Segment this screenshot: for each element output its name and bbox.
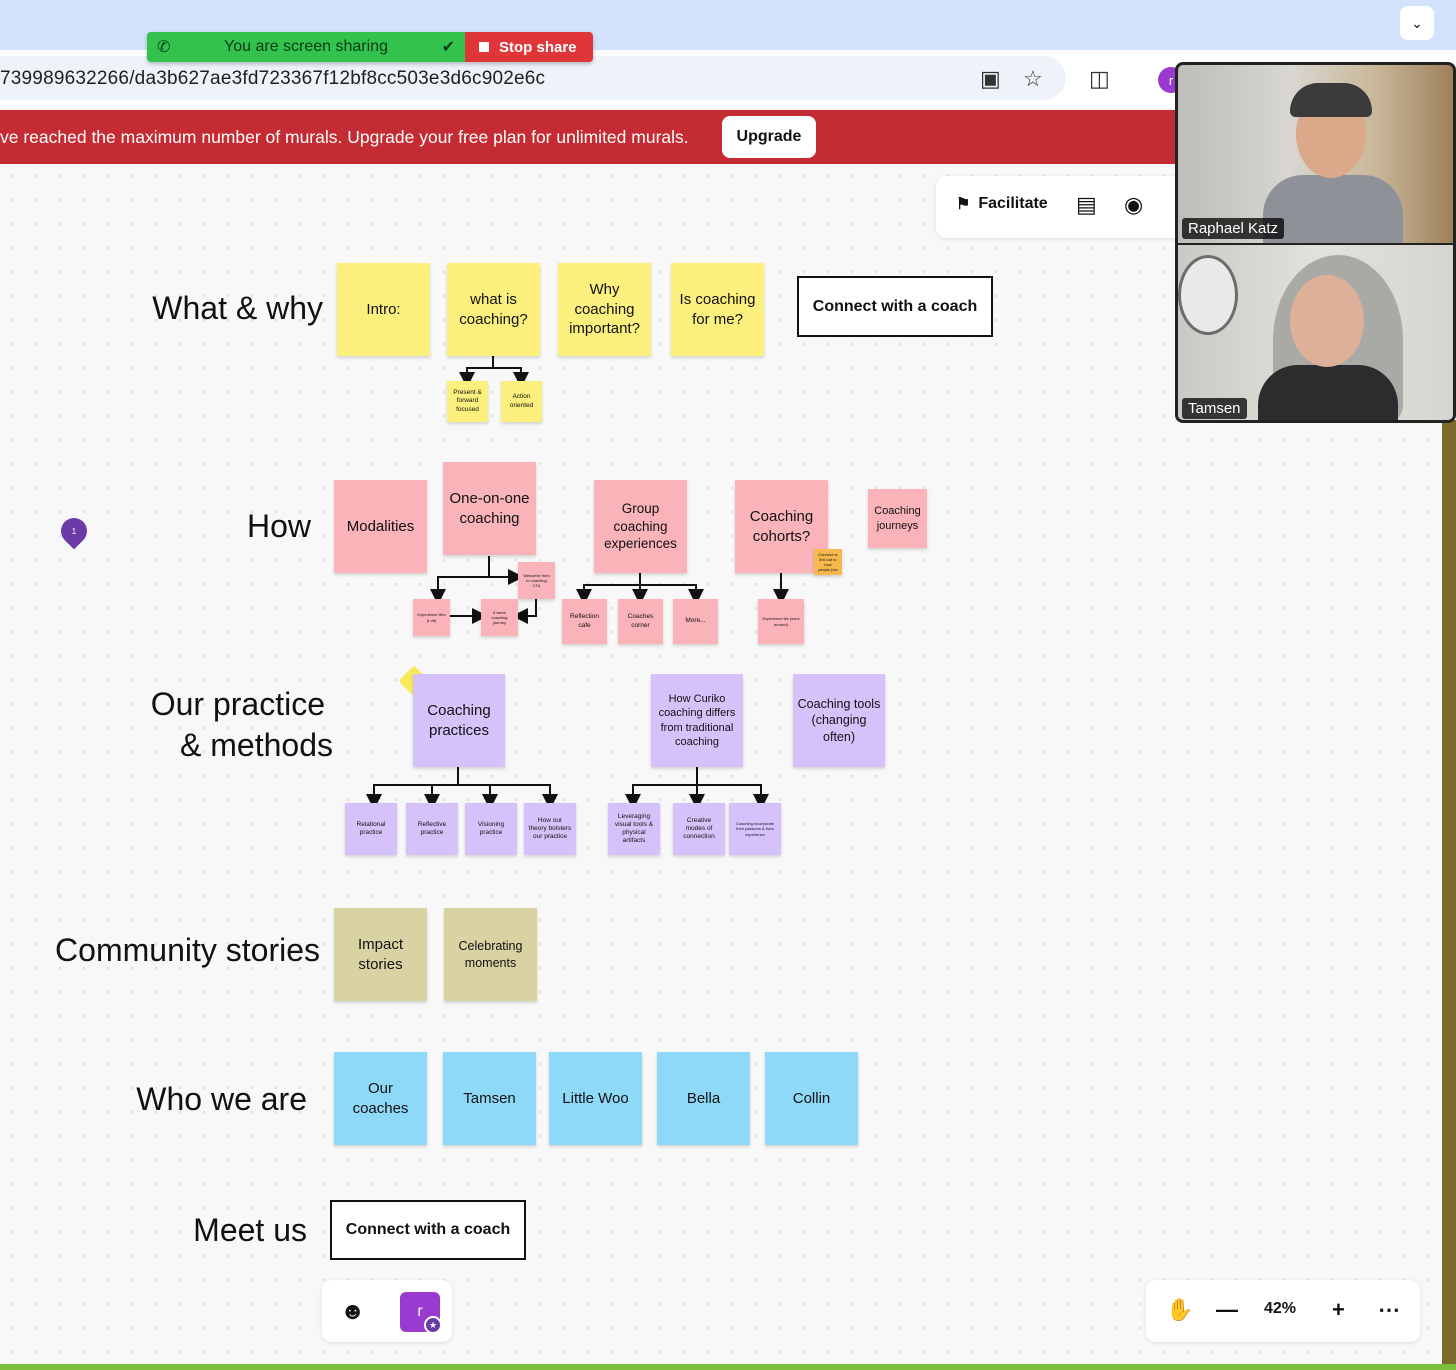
row-label-how: How (246, 508, 311, 544)
video-call-panel[interactable]: Raphael Katz Tamsen (1175, 62, 1456, 423)
sticky-what-is-coaching[interactable]: what is coaching? (447, 263, 540, 356)
participant-hat (1290, 83, 1372, 117)
sticky-one-on-one[interactable]: One-on-one coaching (443, 462, 536, 555)
sticky-modalities[interactable]: Modalities (334, 480, 427, 573)
sticky-coaching-tools[interactable]: Coaching tools (changing often) (793, 674, 885, 767)
sticky-celebrating-moments[interactable]: Celebrating moments (444, 908, 537, 1001)
screen-share-status: ✆ You are screen sharing ✔ (147, 32, 465, 62)
sticky-present-forward[interactable]: Present & forward focused (447, 381, 488, 422)
sticky-coaches-corner[interactable]: Coaches corner (618, 599, 663, 644)
background-window-edge-bottom (0, 1364, 1456, 1370)
reactions-toolbar: ☻ r ★ (322, 1280, 452, 1342)
row-label-what-why: What & why (152, 290, 323, 326)
row-label-who-we-are: Who we are (136, 1081, 307, 1117)
sticky-collin[interactable]: Collin (765, 1052, 858, 1145)
sticky-coaching-practices[interactable]: Coaching practices (413, 674, 505, 767)
upgrade-button[interactable]: Upgrade (722, 116, 816, 158)
participant-name-2: Tamsen (1182, 398, 1247, 419)
install-icon[interactable]: ▣ (980, 66, 1001, 92)
sticky-creative-modes[interactable]: Creative modes of connection (673, 803, 725, 855)
outline-icon[interactable]: ▤ (1076, 192, 1097, 218)
pin-count: 1 (71, 526, 77, 536)
chevron-down-icon[interactable]: ⌄ (1400, 6, 1434, 40)
sticky-our-coaches[interactable]: Our coaches (334, 1052, 427, 1145)
sticky-experience-tiles[interactable]: Experience tiles (f off) (413, 599, 450, 636)
sticky-more[interactable]: More... (673, 599, 718, 644)
extensions-icon[interactable]: ◫ (1089, 66, 1110, 92)
sticky-how-curiko-differs[interactable]: How Curiko coaching differs from traditi… (651, 674, 743, 767)
facilitate-button[interactable]: ⚑ Facilitate (956, 194, 1048, 214)
sticky-bella[interactable]: Bella (657, 1052, 750, 1145)
hand-icon[interactable]: ✋ (1166, 1297, 1193, 1323)
zoom-toolbar: ✋ — 42% + ⋯ (1146, 1280, 1420, 1342)
facilitate-label: Facilitate (978, 195, 1048, 212)
phone-icon: ✆ (157, 39, 171, 56)
sticky-coaching-incorporate[interactable]: Coaching incorporate their passions & li… (729, 803, 781, 855)
zoom-out-icon[interactable]: — (1216, 1297, 1238, 1323)
participant-body (1258, 365, 1398, 420)
screen-share-indicator: ✆ You are screen sharing ✔ Stop share (147, 32, 593, 62)
sticky-intro[interactable]: Intro: (337, 263, 430, 356)
sticky-leveraging-visual-tools[interactable]: Leveraging visual tools & physical artif… (608, 803, 660, 855)
sticky-6-week-journey[interactable]: 6 week coaching journey (481, 599, 518, 636)
zoom-in-icon[interactable]: + (1332, 1297, 1345, 1323)
sticky-action-oriented[interactable]: Action oriented (501, 381, 542, 422)
sticky-reflection-cafe[interactable]: Reflection cafe (562, 599, 607, 644)
stop-share-button[interactable]: Stop share (465, 32, 593, 62)
stop-icon (479, 42, 489, 52)
sticky-cohort-note[interactable]: Connect or link out to how people join (814, 549, 842, 575)
star-icon[interactable]: ☆ (1023, 66, 1043, 92)
video-tile-1[interactable]: Raphael Katz (1178, 65, 1453, 243)
row-label-practice-line1: Our practice (150, 686, 325, 722)
sticky-little-woo[interactable]: Little Woo (549, 1052, 642, 1145)
sticky-is-coaching-for-me[interactable]: Is coaching for me? (671, 263, 764, 356)
video-tile-2[interactable]: Tamsen (1178, 245, 1453, 420)
map-pin-icon[interactable]: 1 (55, 512, 93, 550)
more-icon[interactable]: ⋯ (1378, 1297, 1400, 1323)
sticky-relational-practice[interactable]: Relational practice (345, 803, 397, 855)
sticky-experience-tile-work-around[interactable]: Experience tile (work around) (758, 599, 804, 644)
facilitate-icon: ⚑ (956, 196, 971, 213)
sticky-coaching-journeys[interactable]: Coaching journeys (868, 489, 927, 548)
connect-coach-button-top[interactable]: Connect with a coach (797, 276, 993, 337)
wall-clock (1178, 255, 1238, 335)
sticky-impact-stories[interactable]: Impact stories (334, 908, 427, 1001)
sticky-group-coaching[interactable]: Group coaching experiences (594, 480, 687, 573)
sticky-visioning-practice[interactable]: Visioning practice (465, 803, 517, 855)
row-label-meet-us: Meet us (193, 1212, 307, 1248)
url-text[interactable]: 739989632266/da3b627ae3fd723367f12bf8cc5… (0, 68, 545, 90)
facilitation-toolbar: ⚑ Facilitate ▤ ◉ (936, 176, 1186, 238)
sticky-reflective-practice[interactable]: Reflective practice (406, 803, 458, 855)
background-window-edge (1442, 420, 1456, 1364)
row-label-practice-line2: & methods (180, 727, 333, 763)
star-badge-icon: ★ (424, 1316, 442, 1334)
row-label-community: Community stories (55, 932, 320, 968)
stop-share-label: Stop share (499, 38, 577, 56)
banner-message: ve reached the maximum number of murals.… (0, 127, 689, 147)
comment-icon[interactable]: ◉ (1124, 192, 1143, 218)
emoji-icon[interactable]: ☻ (340, 1298, 365, 1326)
sticky-welcome-intro[interactable]: Welcome/ intro to coaching CTA (518, 562, 555, 599)
sticky-tamsen[interactable]: Tamsen (443, 1052, 536, 1145)
participant-face (1290, 275, 1364, 367)
zoom-level[interactable]: 42% (1264, 1300, 1296, 1318)
connect-coach-button-bottom[interactable]: Connect with a coach (330, 1200, 526, 1260)
shield-check-icon: ✔ (441, 39, 455, 56)
sticky-why-coaching-important[interactable]: Why coaching important? (558, 263, 651, 356)
sticky-theory-bolsters[interactable]: How our theory bolsters our practice (524, 803, 576, 855)
screen-share-status-text: You are screen sharing (224, 38, 388, 55)
participant-name-1: Raphael Katz (1182, 218, 1285, 239)
